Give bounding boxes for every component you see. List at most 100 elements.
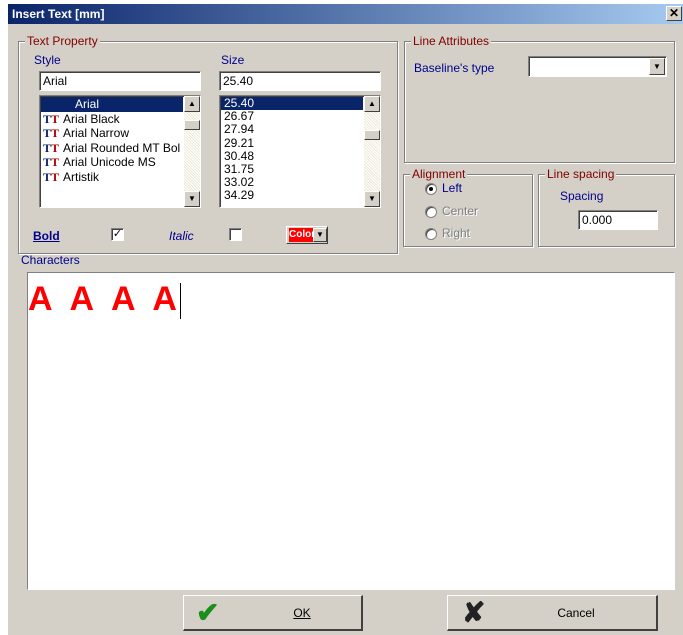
characters-content: A A A A xyxy=(28,279,181,319)
bold-label[interactable]: Bold xyxy=(33,229,60,243)
close-button[interactable]: ✕ xyxy=(666,6,682,21)
size-list-item[interactable]: 27.94 xyxy=(221,123,363,136)
size-list-item[interactable]: 34.29 xyxy=(221,189,363,202)
cancel-label-text: Cancel xyxy=(557,606,595,620)
size-list-item-label: 34.29 xyxy=(224,189,255,203)
size-list-item[interactable]: 31.75 xyxy=(221,163,363,176)
arrow-down-icon: ▼ xyxy=(188,194,196,203)
font-list-item-label: Arial xyxy=(75,97,100,111)
style-input[interactable]: Arial xyxy=(39,71,201,91)
window-title: Insert Text [mm] xyxy=(12,7,105,21)
cancel-label: Cancel xyxy=(546,606,606,620)
size-list-item-label: 26.67 xyxy=(224,110,255,124)
scroll-thumb[interactable] xyxy=(364,130,380,140)
italic-label[interactable]: Italic xyxy=(169,229,194,243)
radio-left[interactable] xyxy=(425,182,437,195)
align-left-label: Left xyxy=(442,181,463,195)
title-bar: Insert Text [mm] ✕ xyxy=(8,4,683,24)
font-list-item[interactable]: TT Artistik xyxy=(41,170,183,185)
cancel-button[interactable]: ✘ Cancel xyxy=(447,595,658,631)
arrow-up-icon: ▲ xyxy=(368,99,376,108)
font-list-item-label: Arial Black xyxy=(63,111,120,126)
size-label: Size xyxy=(221,53,245,67)
ok-button[interactable]: ✔ OK xyxy=(183,595,363,631)
radio-right[interactable] xyxy=(425,227,437,240)
scroll-up-button[interactable]: ▲ xyxy=(184,96,200,112)
color-picker[interactable]: Color ▼ xyxy=(286,226,328,244)
size-list-scrollbar[interactable]: ▲ ▼ xyxy=(364,96,380,207)
size-list-item[interactable]: 30.48 xyxy=(221,150,363,163)
scroll-down-button[interactable]: ▼ xyxy=(184,191,200,207)
align-right-label: Right xyxy=(442,226,471,240)
size-list-item[interactable]: 29.21 xyxy=(221,137,363,150)
scroll-down-button[interactable]: ▼ xyxy=(364,191,380,207)
font-list-item[interactable]: TT Arial Black xyxy=(41,112,183,127)
text-property-legend: Text Property xyxy=(25,34,100,48)
scroll-thumb[interactable] xyxy=(184,120,200,130)
align-center-label: Center xyxy=(442,204,479,218)
font-list-item-label: Arial Rounded MT Bol xyxy=(63,140,181,155)
alignment-legend: Alignment xyxy=(410,167,468,181)
align-center-option[interactable]: Center xyxy=(425,204,478,218)
font-list-item[interactable]: Arial xyxy=(41,97,183,112)
spacing-input-value: 0.000 xyxy=(582,213,613,227)
size-input[interactable]: 25.40 xyxy=(219,71,381,91)
color-label: Color xyxy=(289,229,316,240)
radio-center[interactable] xyxy=(425,205,437,218)
arrow-down-icon: ▼ xyxy=(368,194,376,203)
close-icon: ✕ xyxy=(668,6,680,20)
color-swatch: Color xyxy=(289,228,316,242)
font-list-item[interactable]: TT Arial Narrow xyxy=(41,126,183,141)
characters-label: Characters xyxy=(21,253,80,267)
ok-label-text: OK xyxy=(293,606,311,620)
chevron-down-icon: ▼ xyxy=(316,230,324,239)
arrow-up-icon: ▲ xyxy=(188,99,196,108)
bold-checkbox[interactable]: ✓ xyxy=(111,228,124,241)
font-list-item[interactable]: TT Arial Unicode MS xyxy=(41,155,183,170)
font-list[interactable]: Arial TT Arial Black TT Arial Narrow TT Arial … xyxy=(39,95,201,208)
truetype-font-icon: TT xyxy=(43,155,60,169)
color-dropdown-button[interactable]: ▼ xyxy=(313,228,327,242)
truetype-font-icon: TT xyxy=(43,126,60,140)
align-left-option[interactable]: Left xyxy=(425,181,462,195)
size-input-value: 25.40 xyxy=(223,74,254,88)
size-list-item-label: 33.02 xyxy=(224,176,255,190)
check-icon: ✓ xyxy=(112,228,123,240)
baseline-type-label: Baseline's type xyxy=(414,61,495,75)
font-list-item[interactable]: TT Arial Rounded MT Bol xyxy=(41,141,183,156)
size-list-item-label: 30.48 xyxy=(224,149,255,163)
line-spacing-legend: Line spacing xyxy=(545,167,617,181)
font-list-item-label: Artistik xyxy=(63,169,99,184)
baseline-type-select[interactable]: ▼ xyxy=(528,56,667,77)
font-list-item-label: Arial Unicode MS xyxy=(63,155,156,169)
scroll-up-button[interactable]: ▲ xyxy=(364,96,380,112)
baseline-dropdown-button[interactable]: ▼ xyxy=(649,58,665,75)
line-attributes-legend: Line Attributes xyxy=(411,34,492,48)
ok-label: OK xyxy=(272,606,332,620)
style-label: Style xyxy=(34,53,61,67)
insert-text-dialog: Insert Text [mm] ✕ Text Property Style S… xyxy=(8,4,683,635)
truetype-font-icon: TT xyxy=(43,140,60,155)
align-right-option[interactable]: Right xyxy=(425,226,470,240)
font-list-scrollbar[interactable]: ▲ ▼ xyxy=(184,96,200,207)
font-list-item-label: Arial Narrow xyxy=(63,126,130,140)
size-list-item[interactable]: 33.02 xyxy=(221,176,363,189)
size-list[interactable]: 25.40 26.67 27.94 29.21 30.48 31.75 33.02 34.29… xyxy=(219,95,381,208)
size-list-item-label: 29.21 xyxy=(224,136,255,150)
size-list-item[interactable]: 26.67 xyxy=(221,110,363,123)
size-list-item-label: 31.75 xyxy=(224,162,255,176)
size-list-item[interactable]: 25.40 xyxy=(221,97,363,111)
chevron-down-icon: ▼ xyxy=(653,62,661,71)
style-input-value: Arial xyxy=(43,74,68,88)
truetype-font-icon: TT xyxy=(43,169,60,184)
spacing-label: Spacing xyxy=(560,189,604,203)
characters-text: A A A A xyxy=(28,280,179,318)
size-list-item-label: 25.40 xyxy=(224,97,255,110)
characters-editor[interactable]: A A A A xyxy=(27,272,675,590)
x-icon: ✘ xyxy=(462,597,486,628)
spacing-input[interactable]: 0.000 xyxy=(578,210,658,230)
checkmark-icon: ✔ xyxy=(196,597,220,628)
italic-checkbox[interactable] xyxy=(229,228,242,241)
text-caret xyxy=(179,283,181,319)
truetype-font-icon: TT xyxy=(43,111,60,126)
